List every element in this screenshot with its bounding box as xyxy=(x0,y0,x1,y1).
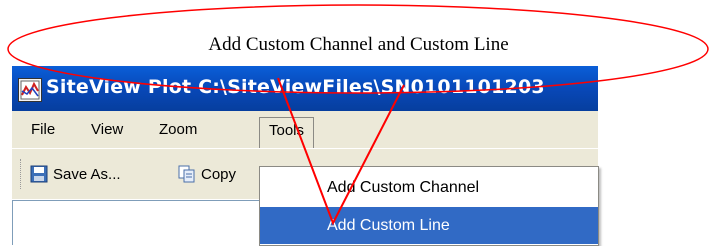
siteview-app-icon[interactable] xyxy=(18,78,42,102)
add-custom-line-label: Add Custom Line xyxy=(327,217,450,234)
copy-button[interactable]: Copy xyxy=(178,161,236,187)
title-bar[interactable]: SiteView Plot C:\SiteViewFiles\SN0101101… xyxy=(12,66,598,111)
menu-file[interactable]: File xyxy=(22,117,64,143)
menu-tools[interactable]: Tools xyxy=(259,117,315,148)
menu-item-add-custom-line[interactable]: Add Custom Line xyxy=(260,207,598,244)
save-as-button[interactable]: Save As... xyxy=(30,161,121,187)
annotation-callout-text: Add Custom Channel and Custom Line xyxy=(208,34,509,55)
menu-view[interactable]: View xyxy=(82,117,132,143)
save-as-icon xyxy=(30,165,48,183)
toolbar-grip[interactable] xyxy=(20,159,24,189)
copy-icon xyxy=(178,165,196,183)
copy-label: Copy xyxy=(201,165,237,183)
menu-bar: File View Zoom Tools xyxy=(12,111,598,148)
menu-item-add-custom-channel[interactable]: Add Custom Channel xyxy=(260,169,598,206)
menu-zoom[interactable]: Zoom xyxy=(150,117,206,143)
window-title: SiteView Plot C:\SiteViewFiles\SN0101101… xyxy=(46,76,545,98)
add-custom-channel-label: Add Custom Channel xyxy=(327,179,480,196)
siteview-window: SiteView Plot C:\SiteViewFiles\SN0101101… xyxy=(12,66,599,246)
save-as-label: Save As... xyxy=(53,165,121,183)
tools-dropdown-menu: Add Custom Channel Add Custom Line xyxy=(259,166,599,246)
